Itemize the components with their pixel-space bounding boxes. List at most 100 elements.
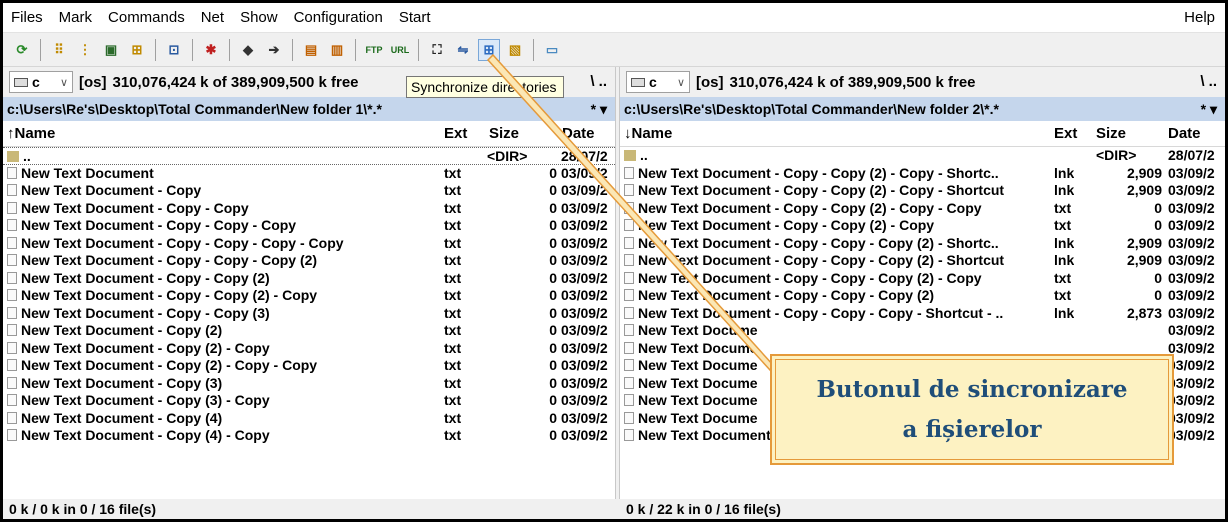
file-row[interactable]: New Text Document - Copy (2) - Copy - Co… xyxy=(3,357,615,375)
file-name: New Text Document - Copy - Copy - Copy (… xyxy=(624,252,1052,269)
file-row[interactable]: New Text Document - Copy - Copy - Copy (… xyxy=(620,235,1225,253)
parent-dir-row[interactable]: .. <DIR> 28/07/2 xyxy=(3,147,615,165)
menu-files[interactable]: Files xyxy=(3,9,51,26)
file-row[interactable]: New Text Document - Copy - Copy (2) - Co… xyxy=(620,217,1225,235)
synchronize-icon[interactable]: ⊞ xyxy=(478,38,500,61)
select-icon[interactable]: ⊡ xyxy=(163,39,185,61)
file-ext: txt xyxy=(444,269,462,286)
file-row[interactable]: New Text Document - Copy (4) - Copy txt 0 0… xyxy=(3,427,615,445)
menu-configuration[interactable]: Configuration xyxy=(286,9,391,26)
file-name: New Text Document xyxy=(7,165,437,182)
file-name: New Text Document - Copy (3) xyxy=(7,375,437,392)
left-root-button[interactable]: \ .. xyxy=(590,73,607,90)
file-row[interactable]: New Text Document - Copy - Copy (2) - Co… xyxy=(620,182,1225,200)
file-name: New Text Document - Copy - Copy (2) - Co… xyxy=(624,182,1052,199)
notepad-icon[interactable]: ▭ xyxy=(541,39,563,61)
forward-icon[interactable]: ➔ xyxy=(263,39,285,61)
file-row[interactable]: New Text Document - Copy - Copy (2) - Co… xyxy=(620,165,1225,183)
ftp-icon[interactable]: FTP xyxy=(363,39,385,61)
brief-view-icon[interactable]: ⠿ xyxy=(48,39,70,61)
toolbar-separator xyxy=(418,38,419,61)
compare-icon[interactable]: ▧ xyxy=(504,39,526,61)
pack-icon[interactable]: ✱ xyxy=(200,39,222,61)
right-path-bar[interactable]: c:\Users\Re's\Desktop\Total Commander\Ne… xyxy=(620,97,1225,121)
file-ext: txt xyxy=(444,339,462,356)
menu-show[interactable]: Show xyxy=(232,9,286,26)
file-size: 2,873 xyxy=(1126,304,1162,321)
file-date: 03/09/2 xyxy=(1168,234,1215,251)
left-file-list: .. <DIR> 28/07/2 New Text Document txt 0 03… xyxy=(3,147,615,445)
left-filter[interactable]: * ▾ xyxy=(591,101,607,118)
file-icon xyxy=(7,324,17,336)
file-row[interactable]: New Text Document - Copy - Copy - Copy -… xyxy=(3,235,615,253)
right-col-date[interactable]: Date xyxy=(1168,125,1201,142)
url-icon[interactable]: URL xyxy=(389,39,411,61)
file-row[interactable]: New Text Document - Copy (3) - Copy txt 0 0… xyxy=(3,392,615,410)
file-name: New Text Document - Copy (2) - Copy - Co… xyxy=(7,357,437,374)
file-row[interactable]: New Text Document - Copy - Copy - Copy (… xyxy=(620,270,1225,288)
file-row[interactable]: New Text Document - Copy - Copy (2) - Co… xyxy=(3,287,615,305)
file-ext: txt xyxy=(444,392,462,408)
right-col-ext[interactable]: Ext xyxy=(1054,125,1077,142)
file-row[interactable]: New Text Document - Copy (2) txt 0 03/09/2 xyxy=(3,322,615,340)
file-date: 03/09/2 xyxy=(1168,199,1215,216)
left-col-name[interactable]: ↑Name xyxy=(3,125,55,142)
tree-icon[interactable]: ⊞ xyxy=(126,39,148,61)
menu-commands[interactable]: Commands xyxy=(100,9,193,26)
synchronize-tooltip: Synchronize directories xyxy=(406,76,564,98)
right-col-name[interactable]: ↓Name xyxy=(620,125,672,142)
file-icon xyxy=(624,166,634,179)
parent-dir-row[interactable]: .. <DIR> 28/07/2 xyxy=(620,147,1225,165)
left-col-date[interactable]: Date xyxy=(562,125,595,142)
left-path-bar[interactable]: c:\Users\Re's\Desktop\Total Commander\Ne… xyxy=(3,97,615,121)
full-view-icon[interactable]: ⋮ xyxy=(74,39,96,61)
file-date: 03/09/2 xyxy=(1168,269,1215,286)
file-date: 03/09/2 xyxy=(561,269,608,286)
right-root-button[interactable]: \ .. xyxy=(1200,73,1217,90)
file-row[interactable]: New Text Document - Copy - Copy (2) - Co… xyxy=(620,200,1225,218)
menu-net[interactable]: Net xyxy=(193,9,232,26)
file-row[interactable]: New Text Document - Copy - Copy - Copy tx… xyxy=(3,217,615,235)
file-row[interactable]: New Text Document - Copy - Copy - Copy (… xyxy=(620,252,1225,270)
menu-start[interactable]: Start xyxy=(391,9,439,26)
right-filter[interactable]: * ▾ xyxy=(1201,101,1217,118)
file-ext: txt xyxy=(444,164,462,181)
file-row[interactable]: New Text Document - Copy - Copy (3) txt 0 0… xyxy=(3,305,615,323)
file-name: New Text Document - Copy (3) - Copy xyxy=(7,392,437,409)
file-row[interactable]: New Text Document - Copy txt 0 03/09/2 xyxy=(3,182,615,200)
file-date: 03/09/2 xyxy=(1168,374,1215,391)
zip-pack-icon[interactable]: ▤ xyxy=(300,39,322,61)
file-row[interactable]: New Text Document - Copy (2) - Copy txt 0 0… xyxy=(3,340,615,358)
left-col-ext[interactable]: Ext xyxy=(444,125,467,142)
back-icon[interactable]: ◆ xyxy=(237,39,259,61)
thumbnails-icon[interactable]: ▣ xyxy=(100,39,122,61)
left-drive-select[interactable]: c ∨ xyxy=(9,71,73,93)
file-row[interactable]: New Text Document txt 0 03/09/2 xyxy=(3,165,615,183)
file-row[interactable]: New Text Docume 03/09/2 xyxy=(620,322,1225,340)
menu-help[interactable]: Help xyxy=(1176,9,1225,26)
file-row[interactable]: New Text Document - Copy - Copy txt 0 03/09… xyxy=(3,200,615,218)
file-row[interactable]: New Text Document - Copy - Copy - Copy -… xyxy=(620,305,1225,323)
file-row[interactable]: New Text Document - Copy - Copy - Copy (… xyxy=(3,252,615,270)
right-drive-select[interactable]: c ∨ xyxy=(626,71,690,93)
file-icon xyxy=(624,201,634,214)
file-row[interactable]: New Text Document - Copy - Copy (2) txt 0 0… xyxy=(3,270,615,288)
up-folder-icon xyxy=(624,150,636,161)
zip-unpack-icon[interactable]: ▥ xyxy=(326,39,348,61)
file-name: New Text Document - Copy - Copy (2) - Co… xyxy=(624,217,1052,234)
file-ext: lnk xyxy=(1054,164,1075,181)
file-size: 0 xyxy=(549,339,557,356)
file-ext: txt xyxy=(444,304,462,321)
menu-mark[interactable]: Mark xyxy=(51,9,100,26)
refresh-icon[interactable]: ⟳ xyxy=(11,39,33,61)
left-col-size[interactable]: Size xyxy=(489,125,519,142)
file-row[interactable]: New Text Document - Copy - Copy - Copy (… xyxy=(620,287,1225,305)
file-icon xyxy=(7,236,17,249)
right-col-size[interactable]: Size xyxy=(1096,125,1126,142)
file-row[interactable]: New Text Document - Copy (3) txt 0 03/09/2 xyxy=(3,375,615,393)
multi-rename-icon[interactable]: ⇋ xyxy=(452,39,474,61)
right-status-bar: 0 k / 22 k in 0 / 16 file(s) xyxy=(620,500,1225,519)
binoculars-icon[interactable]: ⛶ xyxy=(426,39,448,61)
left-panel[interactable]: c ∨ [os] 310,076,424 k of 389,909,500 k … xyxy=(3,67,615,499)
file-row[interactable]: New Text Document - Copy (4) txt 0 03/09/2 xyxy=(3,410,615,428)
